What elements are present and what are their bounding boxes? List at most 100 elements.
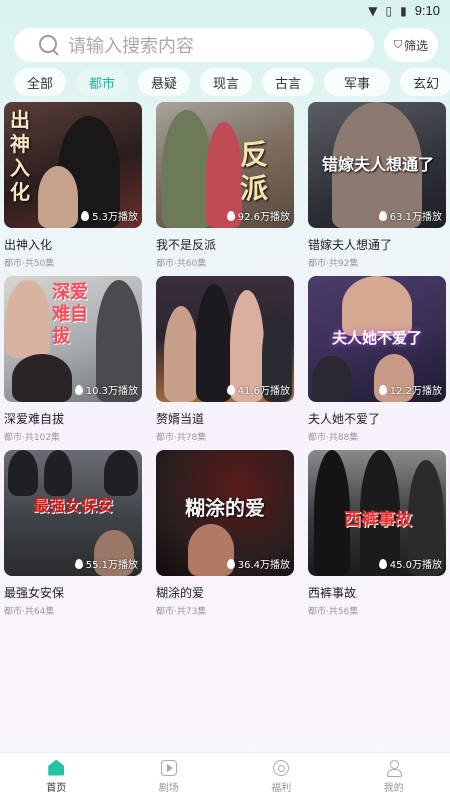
- drama-title[interactable]: 深爱难自拔: [4, 410, 142, 427]
- play-count: 12.2万播放: [378, 382, 442, 397]
- search-icon: [38, 34, 60, 56]
- tab-ancient-romance[interactable]: 古言: [262, 68, 314, 96]
- nav-label: 首页: [46, 782, 67, 794]
- cover-person: [12, 354, 72, 402]
- cover-person: [342, 276, 412, 336]
- category-tabs: 全部 都市 悬疑 现言 古言 军事 玄幻: [14, 68, 450, 98]
- drama-meta: 都市·共78集: [156, 433, 207, 443]
- drama-card[interactable]: 深爱难自拔 10.3万播放 深爱难自拔 都市·共102集: [4, 276, 142, 443]
- cover-person: [6, 280, 50, 358]
- cover-title: 西裤事故: [344, 510, 412, 530]
- play-count: 10.3万播放: [74, 382, 138, 397]
- drama-meta: 都市·共60集: [156, 259, 207, 269]
- status-icons: ▼ ▯ ▮ 9:10: [368, 3, 440, 18]
- tab-modern-romance[interactable]: 现言: [200, 68, 252, 96]
- drama-meta: 都市·共92集: [308, 259, 359, 269]
- fire-icon: [378, 558, 387, 569]
- cover-title: 出神入化: [10, 108, 30, 204]
- gift-icon: [273, 759, 290, 776]
- drama-card[interactable]: 最强女保安 55.1万播放 最强女安保 都市·共64集: [4, 450, 142, 617]
- tab-fantasy[interactable]: 玄幻: [400, 68, 450, 96]
- drama-cover[interactable]: 41.6万播放: [156, 276, 294, 402]
- play-count: 36.4万播放: [226, 556, 290, 571]
- drama-title[interactable]: 西裤事故: [308, 584, 446, 601]
- cover-person: [164, 306, 198, 402]
- drama-title[interactable]: 最强女安保: [4, 584, 142, 601]
- drama-meta: 都市·共73集: [156, 607, 207, 617]
- drama-cover[interactable]: 夫人她不爱了 12.2万播放: [308, 276, 446, 402]
- drama-meta: 都市·共56集: [308, 607, 359, 617]
- drama-card[interactable]: 出神入化 5.3万播放 出神入化 都市·共50集: [4, 102, 142, 269]
- drama-card[interactable]: 错嫁夫人想通了 63.1万播放 错嫁夫人想通了 都市·共92集: [308, 102, 446, 269]
- drama-title[interactable]: 赘婿当道: [156, 410, 294, 427]
- drama-card[interactable]: 糊涂的爱 36.4万播放 糊涂的爱 都市·共73集: [156, 450, 294, 617]
- play-count: 92.6万播放: [226, 208, 290, 223]
- drama-card[interactable]: 反派 92.6万播放 我不是反派 都市·共60集: [156, 102, 294, 269]
- play-icon: [160, 759, 177, 776]
- drama-cover[interactable]: 错嫁夫人想通了 63.1万播放: [308, 102, 446, 228]
- fire-icon: [378, 384, 387, 395]
- filter-button[interactable]: ⛉ 筛选: [384, 28, 438, 62]
- fire-icon: [226, 210, 235, 221]
- cover-person: [162, 110, 212, 228]
- search-input[interactable]: 请输入搜索内容: [14, 28, 374, 62]
- drama-title[interactable]: 夫人她不爱了: [308, 410, 446, 427]
- drama-card[interactable]: 41.6万播放 赘婿当道 都市·共78集: [156, 276, 294, 443]
- play-count: 55.1万播放: [74, 556, 138, 571]
- tab-military[interactable]: 军事: [324, 68, 390, 96]
- status-time: 9:10: [414, 3, 440, 18]
- nav-label: 福利: [271, 782, 292, 794]
- drama-title[interactable]: 出神入化: [4, 236, 142, 253]
- cover-title: 反派: [240, 138, 269, 205]
- drama-meta: 都市·共50集: [4, 259, 55, 269]
- wifi-icon: ▼: [368, 3, 378, 18]
- cover-person: [44, 450, 72, 496]
- drama-cover[interactable]: 西裤事故 45.0万播放: [308, 450, 446, 576]
- fire-icon: [226, 558, 235, 569]
- drama-title[interactable]: 错嫁夫人想通了: [308, 236, 446, 253]
- sim-icon: ▯: [385, 3, 393, 18]
- nav-home[interactable]: 首页: [0, 753, 113, 800]
- home-icon: [48, 759, 65, 776]
- cover-title: 错嫁夫人想通了: [321, 155, 434, 174]
- battery-icon: ▮: [400, 3, 407, 18]
- fire-icon: [81, 210, 90, 221]
- drama-meta: 都市·共64集: [4, 607, 55, 617]
- cover-person: [104, 450, 138, 496]
- filter-label: 筛选: [404, 38, 429, 53]
- fire-icon: [378, 210, 387, 221]
- nav-label: 剧场: [158, 782, 179, 794]
- play-count: 63.1万播放: [378, 208, 442, 223]
- nav-label: 我的: [383, 782, 404, 794]
- cover-person: [312, 356, 352, 402]
- cover-title: 夫人她不爱了: [331, 329, 422, 347]
- nav-welfare[interactable]: 福利: [225, 753, 338, 800]
- drama-card[interactable]: 西裤事故 45.0万播放 西裤事故 都市·共56集: [308, 450, 446, 617]
- tab-urban[interactable]: 都市: [76, 68, 128, 96]
- tab-all[interactable]: 全部: [14, 68, 66, 96]
- cover-person: [38, 166, 78, 228]
- drama-card[interactable]: 夫人她不爱了 12.2万播放 夫人她不爱了 都市·共88集: [308, 276, 446, 443]
- drama-cover[interactable]: 反派 92.6万播放: [156, 102, 294, 228]
- play-count: 45.0万播放: [378, 556, 442, 571]
- fire-icon: [226, 384, 235, 395]
- filter-icon: ⛉: [393, 38, 403, 51]
- nav-mine[interactable]: 我的: [338, 753, 450, 800]
- bottom-nav: 首页 剧场 福利 我的: [0, 752, 450, 800]
- fire-icon: [74, 558, 83, 569]
- search-row: 请输入搜索内容 ⛉ 筛选: [14, 28, 438, 62]
- drama-cover[interactable]: 最强女保安 55.1万播放: [4, 450, 142, 576]
- drama-title[interactable]: 糊涂的爱: [156, 584, 294, 601]
- drama-meta: 都市·共88集: [308, 433, 359, 443]
- drama-cover[interactable]: 深爱难自拔 10.3万播放: [4, 276, 142, 402]
- drama-cover[interactable]: 出神入化 5.3万播放: [4, 102, 142, 228]
- tab-suspense[interactable]: 悬疑: [138, 68, 190, 96]
- play-count: 5.3万播放: [81, 208, 138, 223]
- nav-theater[interactable]: 剧场: [113, 753, 226, 800]
- drama-cover[interactable]: 糊涂的爱 36.4万播放: [156, 450, 294, 576]
- search-placeholder: 请输入搜索内容: [68, 36, 194, 57]
- user-icon: [386, 759, 402, 777]
- drama-meta: 都市·共102集: [4, 433, 61, 443]
- cover-title: 深爱难自拔: [52, 282, 88, 347]
- drama-title[interactable]: 我不是反派: [156, 236, 294, 253]
